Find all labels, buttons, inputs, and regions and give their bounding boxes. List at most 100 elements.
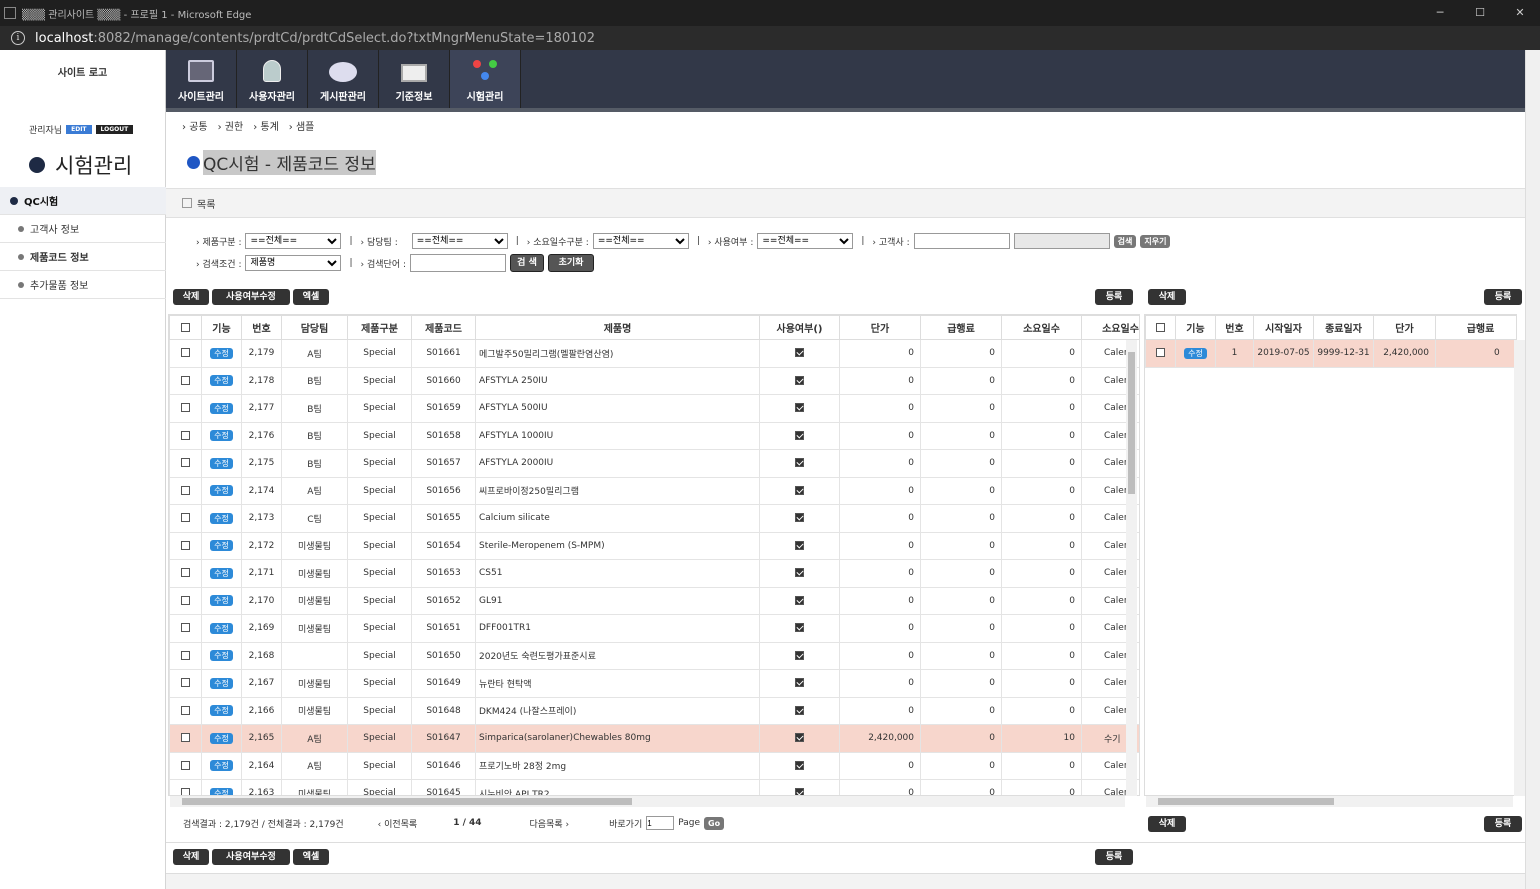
use-checkbox[interactable] xyxy=(795,678,804,688)
row-checkbox[interactable] xyxy=(181,540,190,550)
table-row[interactable]: 수정 2,169 미생물팀 Special S01651 DFF001TR1 0 0 0 Cale… xyxy=(169,614,1139,643)
row-checkbox[interactable] xyxy=(181,788,190,795)
row-select[interactable] xyxy=(169,531,202,560)
table-row[interactable]: 수정 2,175 B팀 Special S01657 AFSTYLA 2000IU 0 0 0 C… xyxy=(169,449,1139,478)
use-checkbox[interactable] xyxy=(795,733,804,743)
row-select[interactable] xyxy=(169,641,202,670)
right-delete-button[interactable]: 삭제 xyxy=(1148,289,1186,305)
edit-row-button[interactable]: 수정 xyxy=(210,347,233,359)
cell-use[interactable] xyxy=(759,339,840,368)
url-path[interactable]: :8082/manage/contents/prdtCd/prdtCdSelec… xyxy=(93,31,595,46)
edit-row-button[interactable]: 수정 xyxy=(210,677,233,689)
row-checkbox[interactable] xyxy=(181,760,190,770)
row-checkbox[interactable] xyxy=(181,650,190,660)
table-row[interactable]: 수정 2,172 미생물팀 Special S01654 Sterile-Meropene… xyxy=(169,531,1139,560)
breadcrumb-auth[interactable]: › 권한 xyxy=(218,118,244,133)
cell-use[interactable] xyxy=(759,614,840,643)
row-select[interactable] xyxy=(169,339,202,368)
row-select[interactable] xyxy=(169,751,202,780)
use-checkbox[interactable] xyxy=(795,595,804,605)
use-select[interactable]: ==전체== xyxy=(757,233,854,249)
row-checkbox[interactable] xyxy=(181,403,190,413)
table-row[interactable]: 수정 2,166 미생물팀 Special S01648 DKM424 (나잘스프레이) 0… xyxy=(169,696,1139,725)
edit-row-button[interactable]: 수정 xyxy=(210,787,233,795)
nav-user-admin[interactable]: 사용자관리 xyxy=(237,50,308,108)
use-checkbox[interactable] xyxy=(795,458,804,468)
nav-test-admin[interactable]: 시험관리 xyxy=(450,50,521,108)
row-select[interactable] xyxy=(169,724,202,753)
table-row[interactable]: 수정 2,173 C팀 Special S01655 Calcium silicate 0 0… xyxy=(169,504,1139,533)
search-keyword-input[interactable] xyxy=(410,254,507,272)
row-checkbox[interactable] xyxy=(181,595,190,605)
edit-row-button[interactable]: 수정 xyxy=(210,457,233,469)
use-checkbox[interactable] xyxy=(795,623,804,633)
row-select[interactable] xyxy=(169,449,202,478)
edit-row-button[interactable]: 수정 xyxy=(210,595,233,607)
address-bar[interactable]: i localhost:8082/manage/contents/prdtCd/… xyxy=(0,26,1540,50)
edit-row-button[interactable]: 수정 xyxy=(210,485,233,497)
select-all-header[interactable] xyxy=(1145,315,1176,340)
team-select[interactable]: ==전체== xyxy=(411,233,508,249)
cell-use[interactable] xyxy=(759,779,840,795)
bottom-excel-button[interactable]: 엑셀 xyxy=(293,849,329,865)
table-row[interactable]: 수정 2,167 미생물팀 Special S01649 뉴란타 현탁액 0 0 0 Caler xyxy=(169,669,1139,698)
prod-type-select[interactable]: ==전체== xyxy=(245,233,342,249)
sidemenu-product-code[interactable]: 제품코드 정보 xyxy=(0,243,166,271)
table-row[interactable]: 수정 2,163 미생물팀 Special S01645 시누비안 API TR2 0 0 0 C… xyxy=(169,779,1139,795)
customer-clear-button[interactable]: 지우기 xyxy=(1140,234,1171,248)
right-table-vertical-scrollbar[interactable] xyxy=(1514,340,1525,796)
table-horizontal-scrollbar[interactable] xyxy=(170,796,1125,807)
cell-use[interactable] xyxy=(759,696,840,725)
edit-row-button[interactable]: 수정 xyxy=(210,512,233,524)
search-condition-select[interactable]: 제품명 xyxy=(245,255,342,271)
row-select[interactable] xyxy=(169,394,202,423)
search-button[interactable]: 검 색 xyxy=(510,254,545,272)
row-select[interactable] xyxy=(169,614,202,643)
row-select[interactable] xyxy=(169,586,202,615)
maximize-button[interactable]: ☐ xyxy=(1460,0,1500,26)
select-all-checkbox[interactable] xyxy=(181,322,190,332)
sidemenu-customer[interactable]: 고객사 정보 xyxy=(0,215,166,243)
delete-button[interactable]: 삭제 xyxy=(173,289,209,305)
use-checkbox[interactable] xyxy=(795,540,804,550)
bottom-register-button[interactable]: 등록 xyxy=(1095,849,1133,865)
next-list-link[interactable]: 다음목록 › xyxy=(530,817,570,830)
nav-board-admin[interactable]: 게시판관리 xyxy=(308,50,379,108)
table-vertical-scrollbar[interactable] xyxy=(1126,340,1137,796)
table-row[interactable]: 수정 2,170 미생물팀 Special S01652 GL91 0 0 0 Caler xyxy=(169,586,1139,615)
use-checkbox[interactable] xyxy=(795,788,804,795)
table-row[interactable]: 수정 2,178 B팀 Special S01660 AFSTYLA 250IU 0 0 0 Ca… xyxy=(169,366,1139,395)
nav-base-info[interactable]: 기준정보 xyxy=(379,50,450,108)
cell-use[interactable] xyxy=(759,641,840,670)
edit-row-button[interactable]: 수정 xyxy=(210,567,233,579)
reset-button[interactable]: 초기화 xyxy=(548,254,595,272)
close-button[interactable]: ✕ xyxy=(1500,0,1540,26)
bottom-use-edit-button[interactable]: 사용여부수정 xyxy=(212,849,290,865)
row-select[interactable] xyxy=(169,504,202,533)
use-checkbox[interactable] xyxy=(795,568,804,578)
row-select[interactable] xyxy=(169,779,202,795)
site-logo[interactable]: 사이트 로고 xyxy=(0,50,166,108)
table-row[interactable]: 수정 2,171 미생물팀 Special S01653 CS51 0 0 0 Caler xyxy=(169,559,1139,588)
use-checkbox[interactable] xyxy=(795,705,804,715)
cell-use[interactable] xyxy=(759,724,840,753)
row-select[interactable] xyxy=(169,696,202,725)
use-checkbox[interactable] xyxy=(795,513,804,523)
row-select[interactable] xyxy=(1145,339,1176,368)
edit-row-button[interactable]: 수정 xyxy=(210,430,233,442)
row-checkbox[interactable] xyxy=(181,458,190,468)
table-row[interactable]: 수정 2,165 A팀 Special S01647 Simparica(sarolane… xyxy=(169,724,1139,753)
bottom-delete-button[interactable]: 삭제 xyxy=(173,849,209,865)
select-all-checkbox[interactable] xyxy=(1156,322,1165,332)
use-edit-button[interactable]: 사용여부수정 xyxy=(212,289,290,305)
row-checkbox[interactable] xyxy=(1156,348,1165,358)
row-select[interactable] xyxy=(169,669,202,698)
customer-search-button[interactable]: 검색 xyxy=(1113,234,1137,248)
use-checkbox[interactable] xyxy=(795,348,804,358)
row-checkbox[interactable] xyxy=(181,513,190,523)
table-row[interactable]: 수정 2,177 B팀 Special S01659 AFSTYLA 500IU 0 0 0 Ca… xyxy=(169,394,1139,423)
row-checkbox[interactable] xyxy=(181,375,190,385)
table-row[interactable]: 수정 1 2019-07-05 9999-12-31 2,420,000 0 xyxy=(1145,339,1516,368)
days-type-select[interactable]: ==전체== xyxy=(592,233,689,249)
right-bottom-register-button[interactable]: 등록 xyxy=(1484,816,1522,832)
